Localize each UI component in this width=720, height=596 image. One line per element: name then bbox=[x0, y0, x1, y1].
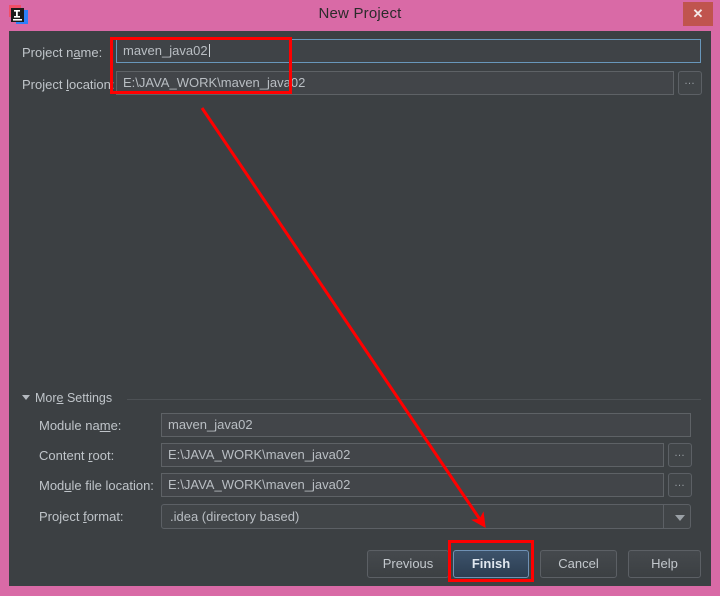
project-location-browse-button[interactable]: … bbox=[678, 71, 702, 95]
content-root-label: Content root: bbox=[39, 448, 114, 463]
dialog-body: Project name: maven_java02 Project locat… bbox=[9, 31, 711, 586]
module-file-location-label-pre: Mod bbox=[39, 478, 65, 493]
module-name-label-post: e: bbox=[110, 418, 122, 433]
project-location-label: Project location: bbox=[22, 77, 115, 92]
module-name-label-mnemonic: m bbox=[99, 418, 111, 433]
module-file-location-input[interactable]: E:\JAVA_WORK\maven_java02 bbox=[161, 473, 664, 497]
project-format-select[interactable]: .idea (directory based) bbox=[161, 504, 691, 529]
project-name-label-post: me: bbox=[80, 45, 103, 60]
triangle-down-icon[interactable] bbox=[22, 395, 30, 400]
content-root-label-pre: Content bbox=[39, 448, 89, 463]
dialog-titlebar: New Project ✕ bbox=[0, 0, 720, 31]
module-name-label: Module name: bbox=[39, 418, 121, 433]
content-root-input[interactable]: E:\JAVA_WORK\maven_java02 bbox=[161, 443, 664, 467]
more-settings-section-header[interactable]: More Settings bbox=[19, 391, 701, 407]
more-settings-label-pre: Mor bbox=[35, 391, 57, 405]
module-file-location-label: Module file location: bbox=[39, 478, 154, 493]
help-button[interactable]: Help bbox=[628, 550, 701, 578]
project-name-label-mnemonic: a bbox=[73, 45, 81, 60]
more-settings-label: More Settings bbox=[35, 391, 112, 405]
select-divider bbox=[663, 505, 664, 528]
finish-button[interactable]: Finish bbox=[453, 550, 529, 578]
section-divider bbox=[127, 399, 701, 400]
close-icon[interactable]: ✕ bbox=[683, 2, 713, 26]
module-file-location-label-post: le file location: bbox=[71, 478, 154, 493]
content-root-browse-button[interactable]: … bbox=[668, 443, 692, 467]
previous-button[interactable]: Previous bbox=[367, 550, 449, 578]
project-location-input[interactable]: E:\JAVA_WORK\maven_java02 bbox=[116, 71, 674, 95]
project-name-input[interactable]: maven_java02 bbox=[116, 39, 701, 63]
module-file-location-browse-button[interactable]: … bbox=[668, 473, 692, 497]
project-format-label: Project format: bbox=[39, 509, 124, 524]
dialog-title: New Project bbox=[318, 5, 402, 22]
chevron-down-icon[interactable] bbox=[675, 515, 685, 521]
project-format-value: .idea (directory based) bbox=[170, 509, 300, 524]
text-caret bbox=[208, 44, 210, 57]
project-format-label-post: ormat: bbox=[86, 509, 124, 524]
project-format-label-pre: Project bbox=[39, 509, 84, 524]
more-settings-label-post: Settings bbox=[63, 391, 113, 405]
module-name-input[interactable]: maven_java02 bbox=[161, 413, 691, 437]
project-name-label: Project name: bbox=[22, 45, 102, 60]
project-location-label-post: ocation: bbox=[68, 77, 115, 92]
project-location-label-pre: Project bbox=[22, 77, 67, 92]
project-name-label-pre: Project n bbox=[22, 45, 74, 60]
module-file-location-label-mnemonic: u bbox=[64, 478, 72, 493]
content-root-label-post: oot: bbox=[92, 448, 115, 463]
cancel-button[interactable]: Cancel bbox=[540, 550, 617, 578]
module-name-label-pre: Module na bbox=[39, 418, 100, 433]
project-name-value: maven_java02 bbox=[123, 43, 208, 58]
new-project-dialog: New Project ✕ Project name: maven_java02… bbox=[0, 0, 720, 596]
